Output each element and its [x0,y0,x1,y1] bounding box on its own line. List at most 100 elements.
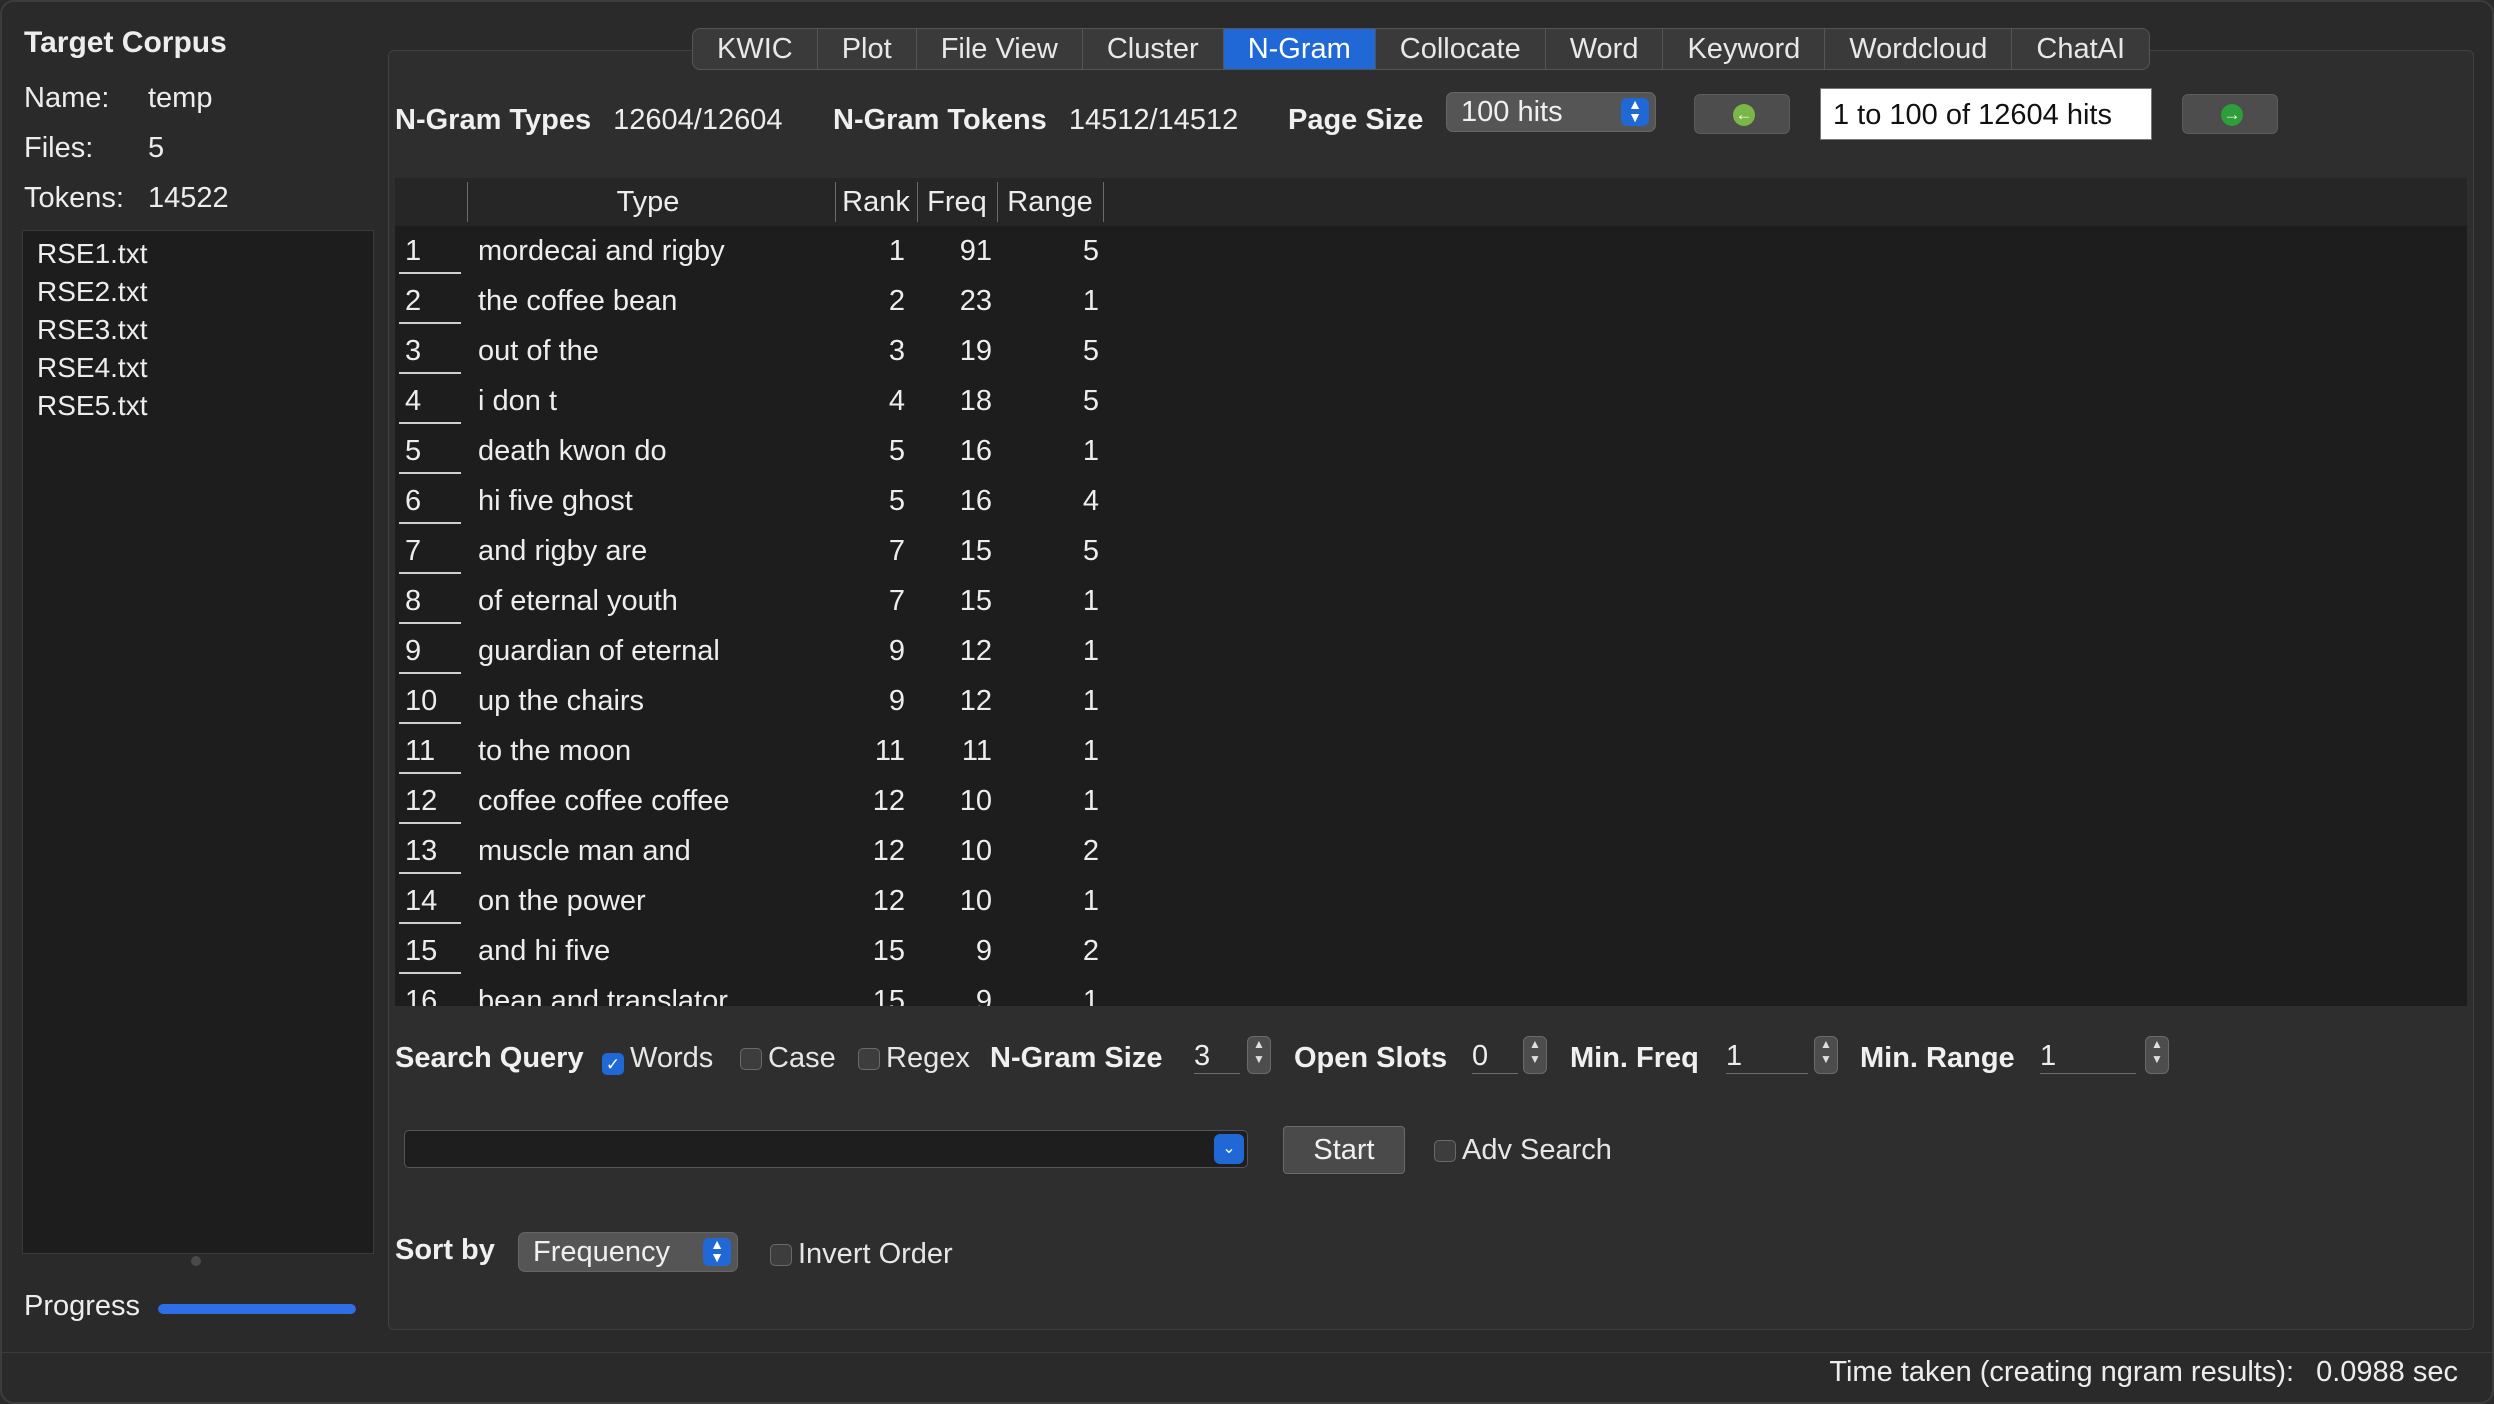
min-range-input[interactable]: 1 [2040,1038,2136,1074]
min-range-stepper[interactable]: ▲ ▼ [2145,1036,2169,1074]
progress-bar-fill [158,1304,356,1314]
sort-by-select[interactable]: Frequency ▲ ▼ [518,1232,738,1272]
table-row[interactable]: 15 and hi five 15 9 2 [395,926,2467,976]
regex-checkbox[interactable]: Regex [858,1036,970,1080]
ngram-results-table[interactable]: Type Rank Freq Range 1 mordecai and rigby… [395,178,2467,1006]
min-freq-input[interactable]: 1 [1726,1038,1808,1074]
ngram-tokens-label: N-Gram Tokens [833,104,1047,136]
tab-wordcloud[interactable]: Wordcloud [1825,29,2013,69]
tab-plot[interactable]: Plot [818,29,917,69]
table-row[interactable]: 5 death kwon do 5 16 1 [395,426,2467,476]
open-slots-input[interactable]: 0 [1472,1038,1518,1074]
freq-cell: 15 [959,585,992,617]
status-bar: Time taken (creating ngram results): 0.0… [1829,1356,2458,1389]
column-header-freq[interactable]: Freq [918,178,996,226]
min-freq-stepper[interactable]: ▲ ▼ [1814,1036,1838,1074]
start-button[interactable]: Start [1283,1126,1405,1174]
sidebar-split-handle[interactable] [191,1256,201,1266]
file-item[interactable]: RSE2.txt [23,273,373,311]
table-row[interactable]: 10 up the chairs 9 12 1 [395,676,2467,726]
table-row[interactable]: 6 hi five ghost 5 16 4 [395,476,2467,526]
range-cell: 1 [1082,635,1099,667]
search-query-input[interactable] [404,1130,1248,1168]
previous-page-button[interactable]: ← [1694,94,1790,134]
rank-cell: 12 [872,835,905,867]
file-item[interactable]: RSE5.txt [23,387,373,425]
min-range-label: Min. Range [1860,1042,2015,1074]
arrow-left-icon: ← [1733,104,1755,126]
tab-cluster[interactable]: Cluster [1083,29,1224,69]
next-page-button[interactable]: → [2182,94,2278,134]
table-row[interactable]: 4 i don t 4 18 5 [395,376,2467,426]
table-row[interactable]: 2 the coffee bean 2 23 1 [395,276,2467,326]
ngram-type-cell: hi five ghost [478,485,633,517]
row-index: 14 [405,885,438,917]
open-slots-stepper[interactable]: ▲ ▼ [1523,1036,1547,1074]
table-row[interactable]: 9 guardian of eternal 9 12 1 [395,626,2467,676]
column-header-range[interactable]: Range [998,178,1102,226]
table-row[interactable]: 16 bean and translator 15 9 1 [395,976,2467,1006]
file-item[interactable]: RSE4.txt [23,349,373,387]
page-size-label: Page Size [1288,104,1424,136]
row-index: 15 [405,935,438,967]
table-row[interactable]: 11 to the moon 11 11 1 [395,726,2467,776]
tab-collocate[interactable]: Collocate [1376,29,1546,69]
row-index: 9 [405,635,422,667]
table-row[interactable]: 1 mordecai and rigby 1 91 5 [395,226,2467,276]
ngram-type-cell: death kwon do [478,435,667,467]
ngram-size-input[interactable]: 3 [1194,1038,1240,1074]
row-index-underline [399,372,461,374]
file-item[interactable]: RSE3.txt [23,311,373,349]
column-header-rank[interactable]: Rank [836,178,916,226]
tab-word[interactable]: Word [1546,29,1664,69]
words-checkbox[interactable]: ✓ Words [602,1036,713,1080]
table-row[interactable]: 8 of eternal youth 7 15 1 [395,576,2467,626]
corpus-files-row: Files: 5 [24,132,164,165]
file-item[interactable]: RSE1.txt [23,235,373,273]
rank-cell: 2 [888,285,905,317]
column-header-type[interactable]: Type [468,178,828,226]
row-index: 7 [405,535,422,567]
ngram-type-cell: to the moon [478,735,632,767]
ngram-type-cell: of eternal youth [478,585,678,617]
target-corpus-sidebar: Target Corpus Name: temp Files: 5 Tokens… [2,2,387,1352]
row-index-underline [399,322,461,324]
row-index-underline [399,422,461,424]
ngram-size-stepper[interactable]: ▲ ▼ [1247,1036,1271,1074]
corpus-file-list[interactable]: RSE1.txt RSE2.txt RSE3.txt RSE4.txt RSE5… [22,230,374,1254]
page-size-select[interactable]: 100 hits ▲ ▼ [1446,92,1656,132]
freq-cell: 23 [959,285,992,317]
tab-keyword[interactable]: Keyword [1663,29,1826,69]
table-row[interactable]: 7 and rigby are 7 15 5 [395,526,2467,576]
ngram-tokens-value: 14512/14512 [1068,104,1239,136]
checkmark-icon: ✓ [602,1053,624,1075]
checkbox-box [740,1048,762,1070]
table-row[interactable]: 14 on the power 12 10 1 [395,876,2467,926]
table-row[interactable]: 13 muscle man and 12 10 2 [395,826,2467,876]
table-row[interactable]: 12 coffee coffee coffee 12 10 1 [395,776,2467,826]
words-label: Words [630,1042,714,1074]
row-index: 8 [405,585,422,617]
rank-cell: 5 [888,435,905,467]
row-index-underline [399,822,461,824]
tab-kwic[interactable]: KWIC [693,29,818,69]
chevron-down-icon[interactable]: ⌄ [1214,1134,1244,1164]
invert-order-checkbox[interactable]: Invert Order [770,1232,953,1276]
adv-search-checkbox[interactable]: Adv Search [1434,1128,1612,1172]
freq-cell: 10 [959,885,992,917]
checkbox-box [770,1244,792,1266]
freq-cell: 9 [975,985,992,1006]
range-cell: 2 [1082,935,1099,967]
rank-cell: 7 [888,585,905,617]
tab-n-gram[interactable]: N-Gram [1223,29,1376,69]
rank-cell: 12 [872,785,905,817]
row-index: 1 [405,235,422,267]
tab-chatai[interactable]: ChatAI [2012,29,2149,69]
case-checkbox[interactable]: Case [740,1036,836,1080]
range-cell: 5 [1082,335,1099,367]
sort-by-label: Sort by [395,1234,495,1266]
table-row[interactable]: 3 out of the 3 19 5 [395,326,2467,376]
rank-cell: 5 [888,485,905,517]
tab-file-view[interactable]: File View [917,29,1083,69]
freq-cell: 11 [961,735,992,767]
